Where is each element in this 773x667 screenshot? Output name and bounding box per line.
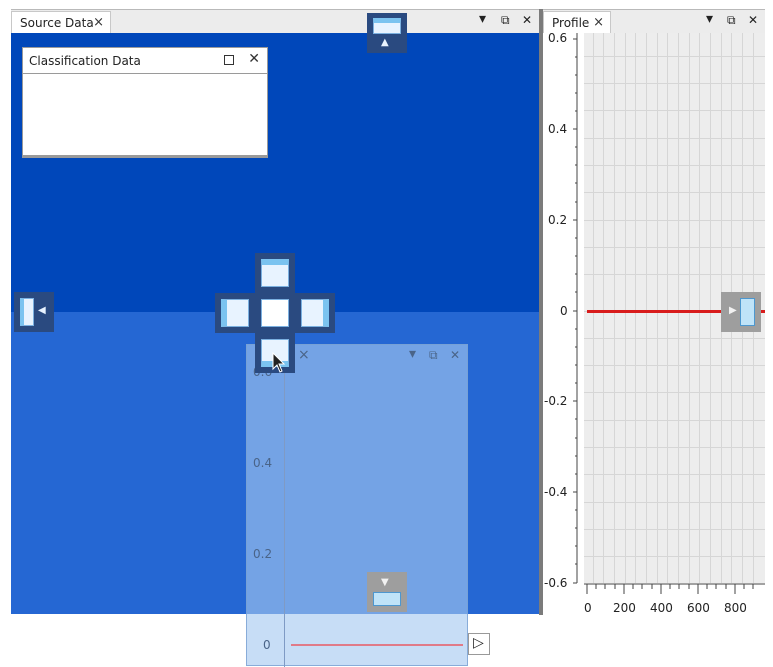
y-tick-label: 0 bbox=[263, 638, 271, 652]
panel-menu-icon[interactable]: ▾ bbox=[706, 11, 713, 27]
floating-y-axis bbox=[284, 365, 285, 667]
panel-menu-icon[interactable]: ▾ bbox=[409, 346, 416, 362]
dock-right-guide[interactable] bbox=[295, 293, 335, 333]
panel-float-icon[interactable]: ⧉ bbox=[429, 348, 438, 363]
mouse-cursor-icon bbox=[272, 352, 286, 373]
floating-series-line bbox=[291, 644, 463, 646]
dock-edge-top-guide[interactable]: ▲ bbox=[367, 13, 407, 53]
classification-data-title: Classification Data bbox=[29, 54, 141, 68]
profile-tabbar: Profile × ▾ ⧉ ✕ bbox=[543, 9, 765, 34]
arrow-up-icon: ▲ bbox=[381, 37, 389, 48]
classification-data-window[interactable]: Classification Data ✕ bbox=[22, 47, 268, 158]
dock-left-guide[interactable] bbox=[215, 293, 255, 333]
source-data-tabbar: Source Data × ▾ ⧉ ✕ bbox=[11, 9, 539, 34]
x-tick-label: 400 bbox=[650, 601, 673, 615]
y-tick-label: 0.4 bbox=[253, 456, 273, 470]
panel-close-icon[interactable]: ✕ bbox=[522, 13, 532, 27]
dock-top-guide[interactable] bbox=[255, 253, 295, 293]
x-tick-label: 0 bbox=[584, 601, 592, 615]
floating-profile-window[interactable]: P × ▾ ⧉ ✕ 0.6 0.4 0.2 0 bbox=[246, 344, 468, 667]
y-tick-label: -0.2 bbox=[544, 394, 568, 408]
dock-edge-left-guide[interactable]: ◀ bbox=[14, 292, 54, 332]
x-tick-label: 800 bbox=[724, 601, 747, 615]
tab-close-icon[interactable]: × bbox=[298, 347, 310, 363]
dock-edge-right-guide[interactable]: ▶ bbox=[721, 292, 761, 332]
panel-float-icon[interactable]: ⧉ bbox=[727, 13, 736, 28]
window-bottom-border bbox=[23, 155, 267, 157]
y-tick-label: 0.4 bbox=[548, 122, 568, 136]
dock-center-guide[interactable] bbox=[255, 293, 295, 333]
panel-close-icon[interactable]: ✕ bbox=[748, 13, 758, 27]
dock-edge-bottom-guide[interactable]: ▼ bbox=[367, 572, 407, 612]
tab-source-data-label: Source Data bbox=[20, 16, 94, 30]
play-button[interactable]: ▷ bbox=[468, 633, 490, 655]
close-icon[interactable]: ✕ bbox=[248, 51, 260, 67]
y-tick-label: -0.6 bbox=[544, 576, 568, 590]
x-tick-label: 600 bbox=[687, 601, 710, 615]
y-tick-label: 0 bbox=[560, 304, 568, 318]
y-tick-label: -0.4 bbox=[544, 485, 568, 499]
arrow-left-icon: ◀ bbox=[38, 305, 46, 316]
tab-close-icon[interactable]: × bbox=[593, 15, 604, 30]
panel-menu-icon[interactable]: ▾ bbox=[479, 11, 486, 27]
panel-float-icon[interactable]: ⧉ bbox=[501, 13, 510, 28]
y-tick-label: 0.2 bbox=[253, 547, 273, 561]
arrow-down-icon: ▼ bbox=[381, 577, 389, 588]
play-icon: ▷ bbox=[473, 635, 484, 651]
panel-close-icon[interactable]: ✕ bbox=[450, 348, 460, 362]
tab-source-data[interactable]: Source Data × bbox=[11, 11, 111, 34]
y-tick-label: 0.2 bbox=[548, 213, 568, 227]
x-tick-label: 200 bbox=[613, 601, 636, 615]
y-tick-label: 0.6 bbox=[548, 31, 568, 45]
tab-close-icon[interactable]: × bbox=[93, 15, 104, 30]
maximize-icon[interactable] bbox=[224, 55, 234, 65]
arrow-right-icon: ▶ bbox=[729, 305, 737, 316]
tab-profile-label: Profile bbox=[552, 16, 590, 30]
